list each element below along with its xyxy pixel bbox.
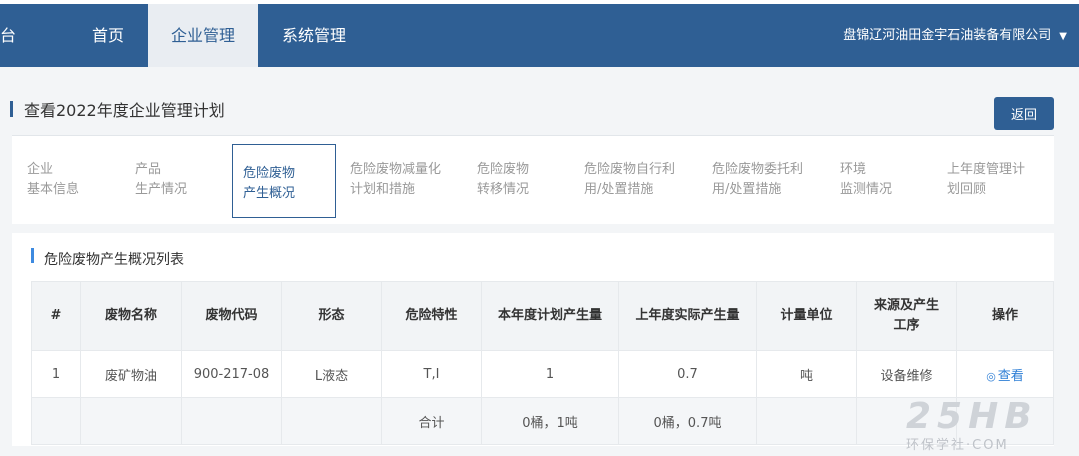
column-header-index: # xyxy=(31,281,81,351)
tab-label-line2: 计划和措施 xyxy=(350,182,416,197)
summary-cell-empty xyxy=(80,397,182,445)
cell-waste-code: 900-217-08 xyxy=(181,350,282,398)
top-navbar: 台 首页 企业管理 系统管理 盘锦辽河油田金宇石油装备有限公司 ▼ xyxy=(0,4,1079,67)
tab-label-line1: 上年度管理计 xyxy=(947,162,1026,177)
column-header-waste-name: 废物名称 xyxy=(80,281,182,351)
tab-label-line1: 危险废物 xyxy=(243,166,296,181)
tab-label-line2: 监测情况 xyxy=(840,182,893,197)
tab-label-line2: 划回顾 xyxy=(947,182,987,197)
column-header-unit: 计量单位 xyxy=(756,281,857,351)
cell-action: ◎ 查看 xyxy=(956,350,1054,398)
tab-label-line2: 生产情况 xyxy=(135,182,188,197)
tab-last-year-review[interactable]: 上年度管理计 划回顾 xyxy=(937,143,1042,219)
tab-label-line1: 企业 xyxy=(27,162,54,177)
title-accent-bar xyxy=(10,101,13,117)
caret-down-icon: ▼ xyxy=(1059,31,1067,42)
tab-label-line1: 危险废物 xyxy=(477,162,530,177)
page-title: 查看2022年度企业管理计划 xyxy=(24,101,225,120)
tab-production[interactable]: 产品 生产情况 xyxy=(125,143,227,219)
nav-enterprise-management[interactable]: 企业管理 xyxy=(148,4,258,67)
back-button[interactable]: 返回 xyxy=(994,97,1054,130)
summary-cell-empty xyxy=(756,397,857,445)
watermark-logo-mark: 25HB xyxy=(906,396,1038,437)
watermark-text: 环保学社·COM xyxy=(906,438,1009,453)
column-header-plan-amount: 本年度计划产生量 xyxy=(481,281,619,351)
summary-cell-empty xyxy=(281,397,382,445)
tab-label-line1: 危险废物委托利 xyxy=(712,162,804,177)
tab-hazardous-waste-overview[interactable]: 危险废物 产生概况 xyxy=(232,144,336,218)
tab-self-disposal[interactable]: 危险废物自行利 用/处置措施 xyxy=(574,143,697,219)
column-header-source: 来源及产生 工序 xyxy=(856,281,957,351)
tab-label-line2: 用/处置措施 xyxy=(712,182,782,197)
summary-cell-empty xyxy=(181,397,282,445)
cell-source: 设备维修 xyxy=(856,350,957,398)
tab-waste-transfer[interactable]: 危险废物 转移情况 xyxy=(467,143,569,219)
cell-actual-amount: 0.7 xyxy=(618,350,757,398)
view-link-label: 查看 xyxy=(997,368,1024,384)
tab-label-line1: 环境 xyxy=(840,162,867,177)
tab-label-line1: 危险废物自行利 xyxy=(584,162,676,177)
section-accent-bar xyxy=(31,248,34,263)
column-header-hazard: 危险特性 xyxy=(381,281,482,351)
cell-hazard: T,I xyxy=(381,350,482,398)
tab-label-line2: 用/处置措施 xyxy=(584,182,654,197)
summary-plan-total: 0桶，1吨 xyxy=(481,397,619,445)
table-row: 1 废矿物油 900-217-08 L液态 T,I 1 0.7 吨 设备维修 ◎… xyxy=(31,350,1054,398)
tab-environment-monitoring[interactable]: 环境 监测情况 xyxy=(830,143,932,219)
tab-label-line1: 危险废物减量化 xyxy=(350,162,442,177)
column-header-source-line2: 工序 xyxy=(893,318,920,333)
summary-actual-total: 0桶，0.7吨 xyxy=(618,397,757,445)
tab-waste-reduction[interactable]: 危险废物减量化 计划和措施 xyxy=(340,143,462,219)
tab-entrusted-disposal[interactable]: 危险废物委托利 用/处置措施 xyxy=(702,143,824,219)
cell-form: L液态 xyxy=(281,350,382,398)
company-dropdown[interactable]: 盘锦辽河油田金宇石油装备有限公司 ▼ xyxy=(843,4,1067,67)
tab-label-line2: 转移情况 xyxy=(477,182,530,197)
plan-tabs: 企业 基本信息 产品 生产情况 危险废物 产生概况 危险废物减量化 计划和措施 … xyxy=(12,135,1054,224)
watermark-logo: 25HB 环保学社·COM xyxy=(898,396,1078,453)
tab-basic-info[interactable]: 企业 基本信息 xyxy=(17,143,119,219)
column-header-form: 形态 xyxy=(281,281,382,351)
table-header-row: # 废物名称 废物代码 形态 危险特性 本年度计划产生量 上年度实际产生量 计量… xyxy=(31,281,1054,351)
column-header-actual-amount: 上年度实际产生量 xyxy=(618,281,757,351)
tab-label-line1: 产品 xyxy=(135,162,162,177)
summary-cell-empty xyxy=(31,397,81,445)
summary-label: 合计 xyxy=(381,397,482,445)
cell-unit: 吨 xyxy=(756,350,857,398)
cell-waste-name: 废矿物油 xyxy=(80,350,182,398)
tab-label-line2: 产生概况 xyxy=(243,186,296,201)
tab-label-line2: 基本信息 xyxy=(27,182,80,197)
cell-index: 1 xyxy=(31,350,81,398)
column-header-action: 操作 xyxy=(956,281,1054,351)
nav-home[interactable]: 首页 xyxy=(68,4,148,67)
nav-platform-partial[interactable]: 台 xyxy=(0,4,28,67)
column-header-source-line1: 来源及产生 xyxy=(873,298,939,313)
view-link[interactable]: ◎ 查看 xyxy=(986,369,1024,384)
nav-system-management[interactable]: 系统管理 xyxy=(258,4,370,67)
column-header-waste-code: 废物代码 xyxy=(181,281,282,351)
cell-plan-amount: 1 xyxy=(481,350,619,398)
eye-icon: ◎ xyxy=(986,369,996,383)
section-title: 危险废物产生概况列表 xyxy=(44,252,184,268)
company-name: 盘锦辽河油田金宇石油装备有限公司 xyxy=(843,28,1052,43)
